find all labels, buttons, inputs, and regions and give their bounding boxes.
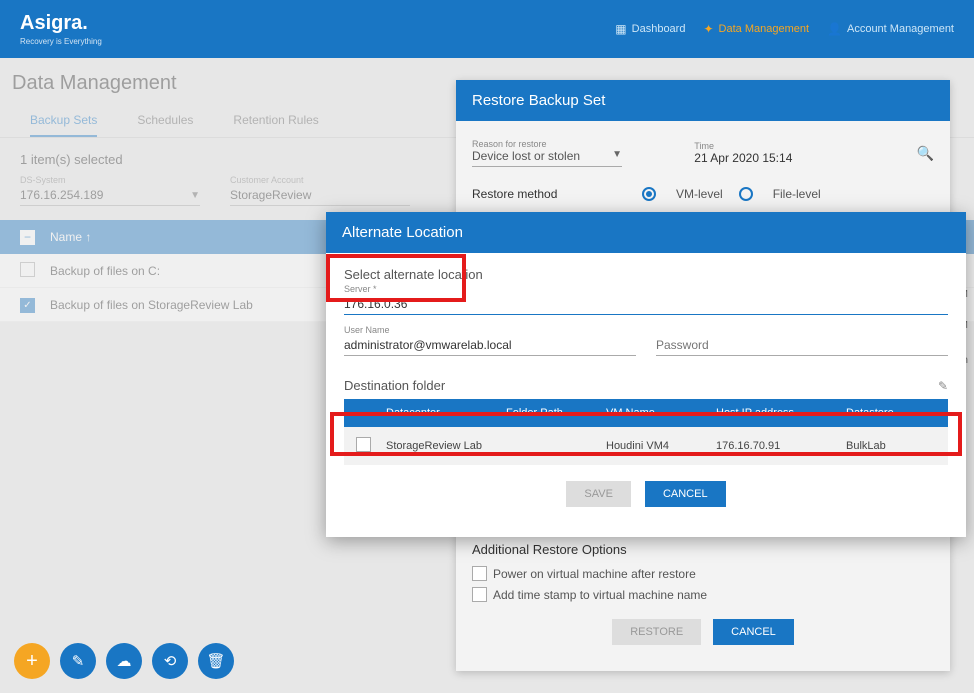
opt-timestamp-label: Add time stamp to virtual machine name [493,588,707,602]
chevron-down-icon: ▼ [190,190,200,201]
opt-timestamp-checkbox[interactable] [472,587,487,602]
reason-value: Device lost or stolen [472,149,580,163]
app-header: Asigra. Recovery is Everything ▦ Dashboa… [0,0,974,58]
account-icon: 👤 [827,22,842,36]
server-input[interactable] [344,294,948,315]
username-label: User Name [344,325,636,335]
reason-label: Reason for restore [472,139,622,149]
nav-dashboard[interactable]: ▦ Dashboard [615,22,685,36]
nav-data-management[interactable]: ✦ Data Management [703,22,809,36]
data-mgmt-icon: ✦ [703,22,713,36]
th-folder-path: Folder Path [506,407,606,419]
th-datacenter: Datacenter [386,407,506,419]
th-vm-name: VM Name [606,407,716,419]
row-datastore: BulkLab [846,440,936,452]
select-alternate-location-title: Select alternate location [344,267,948,282]
restore-button[interactable]: RESTORE [612,619,701,645]
radio-file-level[interactable] [739,187,753,201]
opt-power-checkbox[interactable] [472,566,487,581]
restore-fab[interactable]: ⟲ [152,643,188,679]
password-input[interactable] [656,335,948,356]
brand-tagline: Recovery is Everything [20,37,102,46]
nav-account-management[interactable]: 👤 Account Management [827,22,954,36]
destination-row-checkbox[interactable] [356,437,371,452]
opt-power-label: Power on virtual machine after restore [493,567,696,581]
nav-account-label: Account Management [847,23,954,35]
alternate-location-modal: Alternate Location Select alternate loca… [326,212,966,537]
delete-fab[interactable]: 🗑 [198,643,234,679]
edit-icon[interactable]: ✎ [938,379,948,393]
filter-cust-label: Customer Account [230,175,410,185]
row-datacenter: StorageReview Lab [386,440,506,452]
destination-table-header: Datacenter Folder Path VM Name Host IP a… [344,399,948,427]
row-checkbox[interactable]: ✓ [20,298,35,313]
edit-fab[interactable]: ✎ [60,643,96,679]
filter-ds-system[interactable]: DS-System 176.16.254.189 ▼ [20,175,200,206]
filter-cust-value: StorageReview [230,188,311,202]
destination-folder-title: Destination folder [344,378,445,393]
time-label: Time [694,141,844,151]
row-checkbox[interactable] [20,262,35,277]
add-button[interactable]: + [14,643,50,679]
dashboard-icon: ▦ [615,22,626,36]
tab-backup-sets[interactable]: Backup Sets [30,105,97,137]
tab-retention-rules[interactable]: Retention Rules [233,105,318,137]
cancel-button[interactable]: CANCEL [645,481,726,507]
additional-options-title: Additional Restore Options [472,542,934,557]
th-host-ip: Host IP address [716,407,846,419]
tab-schedules[interactable]: Schedules [137,105,193,137]
select-all-checkbox[interactable]: − [20,230,35,245]
fab-bar: + ✎ ☁ ⟲ 🗑 [14,643,234,679]
brand-block: Asigra. Recovery is Everything [20,12,102,46]
time-value: 21 Apr 2020 15:14 [694,151,916,165]
radio-vm-level[interactable] [642,187,656,201]
row-vm-name: Houdini VM4 [606,440,716,452]
filter-customer-account[interactable]: Customer Account StorageReview [230,175,410,206]
radio-file-label: File-level [773,187,821,201]
chevron-down-icon: ▼ [612,149,622,163]
nav-data-mgmt-label: Data Management [719,23,810,35]
filter-ds-value: 176.16.254.189 [20,188,103,202]
destination-row[interactable]: StorageReview Lab Houdini VM4 176.16.70.… [344,427,948,465]
filter-ds-label: DS-System [20,175,200,185]
radio-vm-label: VM-level [676,187,723,201]
nav-dashboard-label: Dashboard [632,23,686,35]
search-icon[interactable]: 🔍 [917,145,934,162]
reason-dropdown[interactable]: Device lost or stolen ▼ [472,149,622,167]
username-input[interactable] [344,335,636,356]
save-button[interactable]: SAVE [566,481,631,507]
restore-panel-title: Restore Backup Set [456,80,950,121]
row-host-ip: 176.16.70.91 [716,440,846,452]
backup-fab[interactable]: ☁ [106,643,142,679]
header-nav: ▦ Dashboard ✦ Data Management 👤 Account … [615,22,954,36]
method-label: Restore method [472,187,642,201]
server-label: Server * [344,284,948,294]
th-datastore: Datastore [846,407,936,419]
modal-title: Alternate Location [326,212,966,253]
brand-logo: Asigra. [20,12,102,35]
restore-cancel-button[interactable]: CANCEL [713,619,794,645]
